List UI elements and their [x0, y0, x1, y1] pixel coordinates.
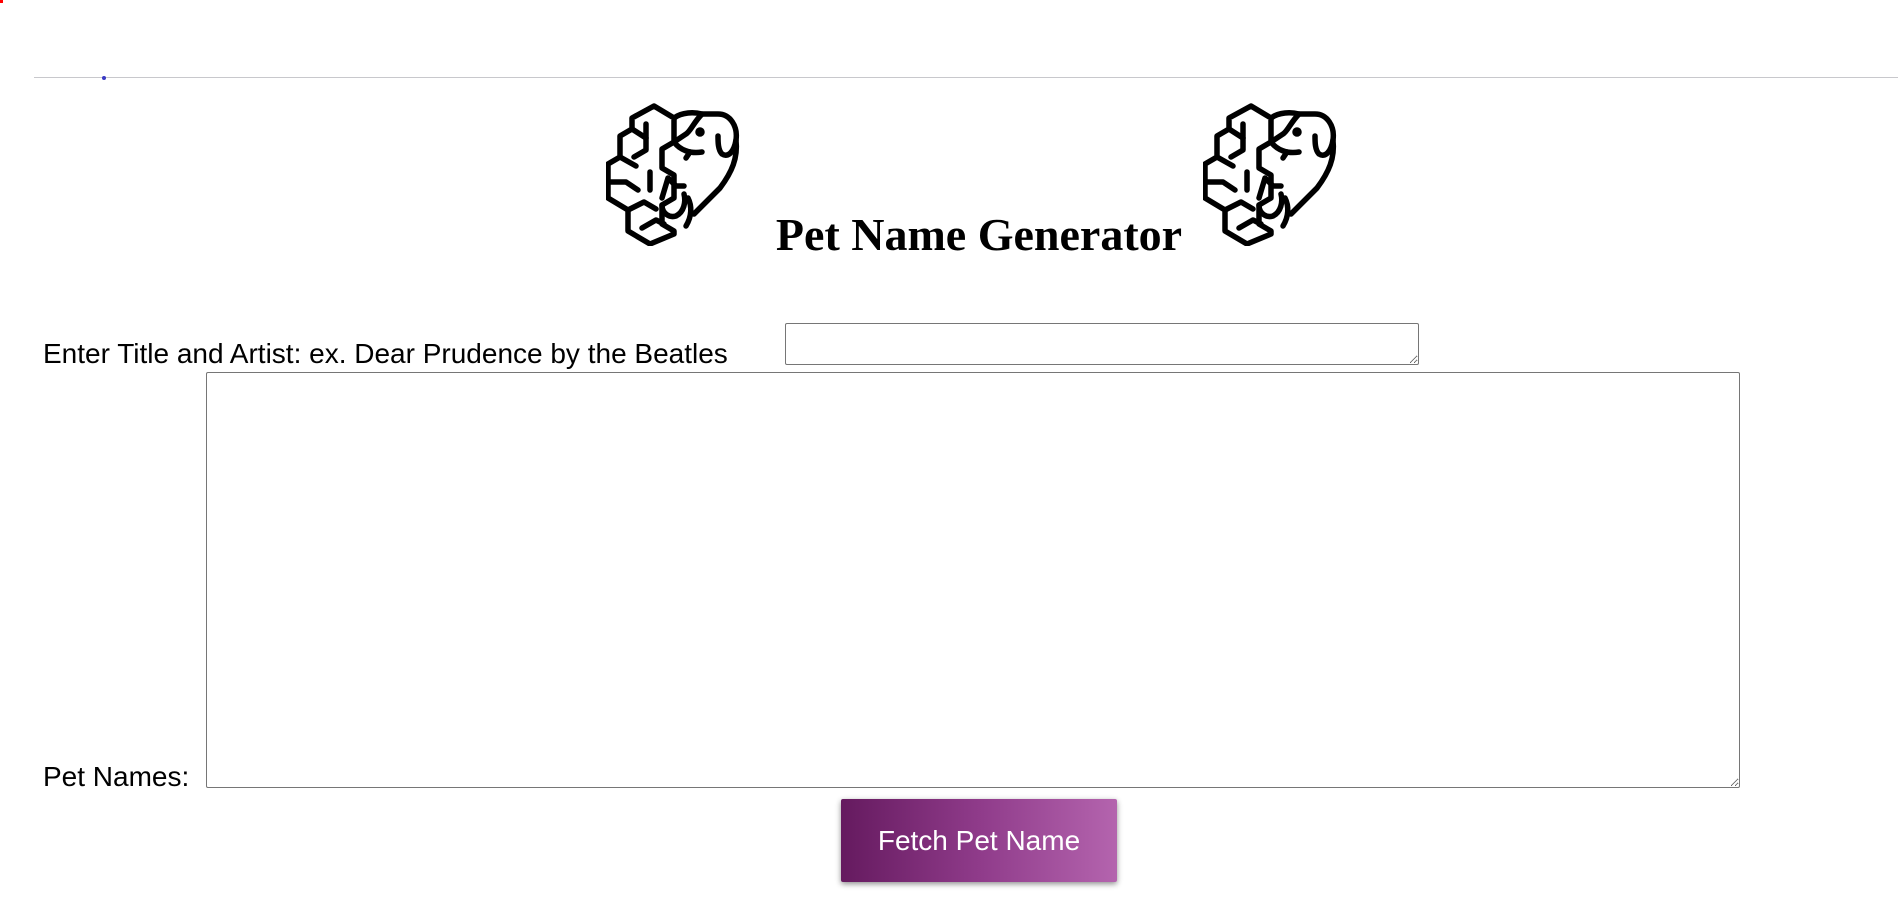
song-input-label: Enter Title and Artist: ex. Dear Prudenc… [43, 338, 728, 369]
corner-marker [0, 0, 3, 3]
top-divider [34, 77, 1898, 78]
brain-dog-cat-icon [1203, 103, 1337, 246]
fetch-pet-name-button[interactable]: Fetch Pet Name [841, 799, 1117, 882]
page-title: Pet Name Generator [775, 209, 1183, 260]
divider-dot [102, 76, 106, 80]
pet-names-label: Pet Names: [43, 761, 190, 792]
pet-names-output[interactable] [206, 372, 1740, 788]
brain-dog-cat-icon [606, 103, 740, 246]
song-title-input[interactable] [785, 323, 1419, 365]
